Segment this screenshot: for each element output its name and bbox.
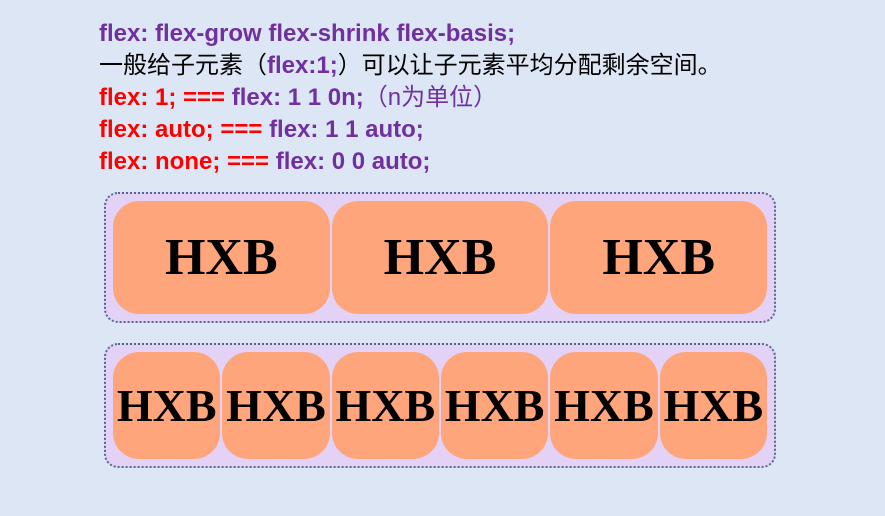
flex-item: HXB [331, 352, 439, 459]
note-line-4-b: flex: 1 1 auto; [269, 116, 424, 143]
flex-item: HXB [550, 201, 768, 314]
note-line-4-a: flex: auto; === [99, 116, 270, 143]
note-line-2: 一般给子元素（flex:1;）可以让子元素平均分配剩余空间。 [99, 50, 722, 82]
flex-item: HXB [113, 201, 330, 314]
note-line-3: flex: 1; === flex: 1 1 0n;（n为单位） [99, 82, 722, 114]
flex-container-2: HXB HXB HXB HXB HXB HXB [104, 343, 776, 468]
note-line-1: flex: flex-grow flex-shrink flex-basis; [99, 20, 516, 47]
note-line-4: flex: auto; === flex: 1 1 auto; [99, 114, 722, 146]
flex-item: HXB [222, 352, 330, 459]
flex-item: HXB [659, 352, 767, 459]
flex-item: HXB [331, 201, 549, 314]
flex-item: HXB [113, 352, 221, 459]
flex-item: HXB [550, 352, 658, 459]
flex-notes: flex: flex-grow flex-shrink flex-basis; … [99, 18, 722, 178]
note-line-3-b: flex: 1 1 0n; [231, 84, 364, 111]
note-line-3-c: （n为单位） [363, 84, 498, 111]
note-line-3-a: flex: 1; === [99, 84, 232, 111]
note-line-5: flex: none; === flex: 0 0 auto; [99, 146, 722, 178]
flex-item: HXB [440, 352, 549, 459]
note-line-2-b: flex:1; [267, 52, 338, 79]
flex-container-1: HXB HXB HXB [104, 192, 776, 323]
note-line-5-b: flex: 0 0 auto; [275, 148, 431, 175]
note-line-2-c: ）可以让子元素平均分配剩余空间。 [337, 52, 722, 79]
note-line-5-a: flex: none; === [99, 148, 276, 175]
note-line-2-a: 一般给子元素（ [99, 52, 267, 79]
